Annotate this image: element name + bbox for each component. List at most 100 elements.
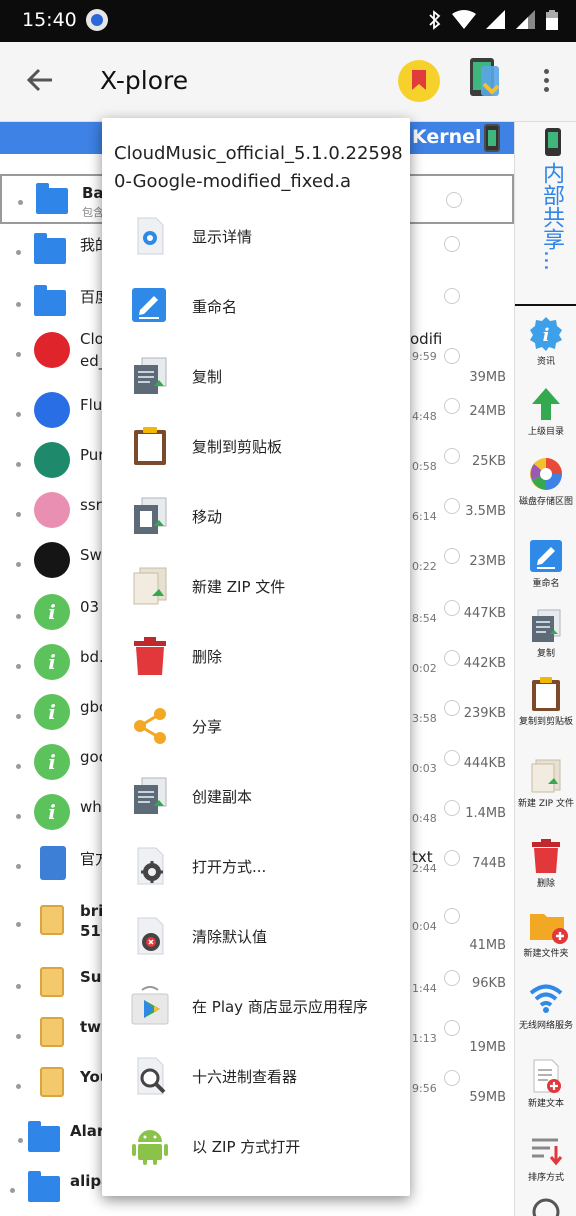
new-text-button[interactable]: 新建文本	[515, 1058, 576, 1110]
apk-info-icon: i	[34, 744, 72, 782]
item-time: 0:03	[412, 762, 437, 775]
rename-button[interactable]: 重命名	[515, 538, 576, 590]
select-checkbox[interactable]	[444, 750, 460, 766]
info-button[interactable]: i 资讯	[515, 316, 576, 368]
menu-item-duplicate[interactable]: 创建副本	[102, 762, 410, 832]
menu-item-new-zip[interactable]: 新建 ZIP 文件	[102, 552, 410, 622]
back-arrow-icon[interactable]	[24, 64, 56, 96]
dictionary-file-icon	[34, 844, 72, 882]
menu-item-open-with[interactable]: 打开方式...	[102, 832, 410, 902]
item-time: 0:02	[412, 662, 437, 675]
wifi-server-button[interactable]: 无线网络服务	[515, 980, 576, 1032]
storage-tab[interactable]: 内部共享...	[515, 122, 576, 306]
select-checkbox[interactable]	[444, 398, 460, 414]
tree-dot	[10, 1188, 15, 1193]
select-checkbox[interactable]	[444, 600, 460, 616]
copy-label: 复制	[536, 649, 555, 659]
share-icon	[130, 706, 170, 746]
sort-button[interactable]: 排序方式	[515, 1132, 576, 1184]
select-checkbox[interactable]	[444, 348, 460, 364]
info-icon: i	[528, 316, 564, 352]
search-button[interactable]	[515, 1194, 576, 1216]
zip-file-icon	[34, 1014, 72, 1052]
select-checkbox[interactable]	[444, 800, 460, 816]
menu-item-label: 移动	[192, 508, 223, 526]
menu-item-hex-viewer[interactable]: 十六进制查看器	[102, 1042, 410, 1112]
menu-item-copy[interactable]: 复制	[102, 342, 410, 412]
menu-item-label: 十六进制查看器	[192, 1068, 298, 1086]
menu-item-move[interactable]: 移动	[102, 482, 410, 552]
select-checkbox[interactable]	[444, 236, 460, 252]
menu-item-share[interactable]: 分享	[102, 692, 410, 762]
select-checkbox[interactable]	[444, 288, 460, 304]
item-name: 03	[80, 598, 100, 616]
status-time: 15:40	[22, 9, 77, 31]
menu-item-rename[interactable]: 重命名	[102, 272, 410, 342]
apk-info-icon: i	[34, 644, 72, 682]
item-time: 4:48	[412, 410, 437, 423]
bookmark-icon[interactable]	[398, 60, 440, 102]
menu-item-label: 在 Play 商店显示应用程序	[192, 998, 368, 1016]
select-checkbox[interactable]	[444, 850, 460, 866]
more-options-icon[interactable]	[536, 66, 556, 98]
new-folder-label: 新建文件夹	[523, 949, 569, 959]
menu-item-delete[interactable]: 删除	[102, 622, 410, 692]
rename-icon	[528, 538, 564, 574]
notification-app-icon	[86, 9, 108, 31]
duplicate-icon	[130, 776, 170, 816]
select-checkbox[interactable]	[444, 448, 460, 464]
app-icon	[34, 392, 72, 430]
zip-file-icon	[34, 1064, 72, 1102]
disk-map-button[interactable]: 磁盘存储区图	[515, 456, 576, 508]
menu-item-play-store[interactable]: 在 Play 商店显示应用程序	[102, 972, 410, 1042]
tree-dot	[16, 664, 21, 669]
status-bar: 15:40	[0, 0, 576, 42]
item-size: 96KB	[472, 976, 506, 991]
status-icons	[428, 10, 558, 30]
select-checkbox[interactable]	[444, 1020, 460, 1036]
select-checkbox[interactable]	[444, 970, 460, 986]
select-checkbox[interactable]	[444, 1070, 460, 1086]
delete-button[interactable]: 删除	[515, 838, 576, 890]
item-time: 0:04	[412, 920, 437, 933]
item-name-tail: odifi	[410, 330, 443, 348]
select-checkbox[interactable]	[446, 192, 462, 208]
item-size: 239KB	[463, 706, 506, 721]
select-checkbox[interactable]	[444, 498, 460, 514]
copy-button[interactable]: 复制	[515, 608, 576, 660]
device-switch-icon[interactable]	[468, 58, 502, 100]
menu-item-open-as-zip[interactable]: 以 ZIP 方式打开	[102, 1112, 410, 1182]
parent-directory-button[interactable]: 上级目录	[515, 386, 576, 438]
select-checkbox[interactable]	[444, 548, 460, 564]
sort-icon	[528, 1132, 564, 1168]
trash-icon	[130, 636, 170, 676]
item-size: 39MB	[469, 370, 506, 385]
hex-viewer-icon	[130, 1056, 170, 1096]
copy-icon	[528, 608, 564, 644]
copy-to-clipboard-button[interactable]: 复制到剪贴板	[515, 676, 576, 728]
new-folder-button[interactable]: 新建文件夹	[515, 908, 576, 960]
select-checkbox[interactable]	[444, 650, 460, 666]
menu-item-label: 创建副本	[192, 788, 253, 806]
item-size: 1.4MB	[465, 806, 506, 821]
folder-icon	[28, 1168, 66, 1206]
select-checkbox[interactable]	[444, 700, 460, 716]
signal-2-icon	[516, 10, 535, 29]
folder-icon	[28, 1118, 66, 1156]
menu-item-copy-to-clipboard[interactable]: 复制到剪贴板	[102, 412, 410, 482]
app-icon	[34, 542, 72, 580]
menu-item-label: 删除	[192, 648, 223, 666]
tree-dot	[16, 614, 21, 619]
device-icon	[545, 128, 561, 156]
wifi-icon	[528, 980, 564, 1016]
menu-item-label: 打开方式...	[192, 858, 267, 876]
menu-item-label: 清除默认值	[192, 928, 268, 946]
right-toolbar: 内部共享... i 资讯 上级目录 磁盘存储区图 重命名 复制 复制到剪贴板 新…	[514, 122, 576, 1216]
item-size: 23MB	[469, 554, 506, 569]
item-name: Flu	[80, 396, 103, 414]
new-zip-button[interactable]: 新建 ZIP 文件	[515, 758, 576, 810]
menu-item-clear-defaults[interactable]: 清除默认值	[102, 902, 410, 972]
tree-dot	[16, 512, 21, 517]
menu-item-show-details[interactable]: 显示详情	[102, 202, 410, 272]
select-checkbox[interactable]	[444, 908, 460, 924]
